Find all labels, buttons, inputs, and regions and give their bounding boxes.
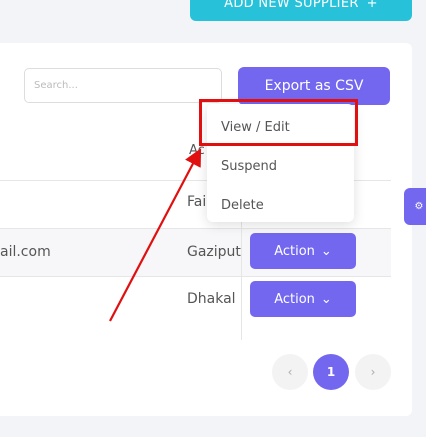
action-dropdown-button[interactable]: Action ⌄ [250, 281, 356, 317]
gear-icon: ⚙ [414, 201, 424, 212]
plus-icon: + [366, 0, 378, 11]
location-cell: Fai [187, 194, 207, 210]
search-placeholder: Search... [34, 80, 78, 91]
action-label: Action [274, 243, 315, 259]
email-cell: ail.com [0, 244, 51, 260]
table-divider [0, 276, 391, 277]
customizer-toggle[interactable]: ⚙ [404, 188, 426, 225]
location-cell: Gaziput [187, 244, 241, 260]
search-input[interactable]: Search... [24, 68, 222, 103]
action-dropdown-button[interactable]: Action ⌄ [250, 233, 356, 269]
action-label: Action [274, 291, 315, 307]
pagination-next-button[interactable]: › [355, 354, 391, 390]
chevron-right-icon: › [370, 365, 376, 379]
annotation-highlight-box [199, 99, 358, 146]
chevron-left-icon: ‹ [287, 365, 293, 379]
chevron-down-icon: ⌄ [320, 243, 332, 259]
export-csv-label: Export as CSV [264, 78, 364, 94]
pagination-prev-button[interactable]: ‹ [272, 354, 308, 390]
page-number: 1 [326, 365, 336, 379]
add-new-supplier-button[interactable]: ADD NEW SUPPLIER + [190, 0, 412, 21]
menu-item-suspend[interactable]: Suspend [221, 159, 277, 174]
location-cell: Dhakal [187, 291, 236, 307]
add-new-supplier-label: ADD NEW SUPPLIER [224, 0, 359, 11]
table-divider [0, 228, 391, 229]
menu-item-delete[interactable]: Delete [221, 198, 264, 213]
pagination-page-1[interactable]: 1 [313, 354, 349, 390]
chevron-down-icon: ⌄ [320, 291, 332, 307]
